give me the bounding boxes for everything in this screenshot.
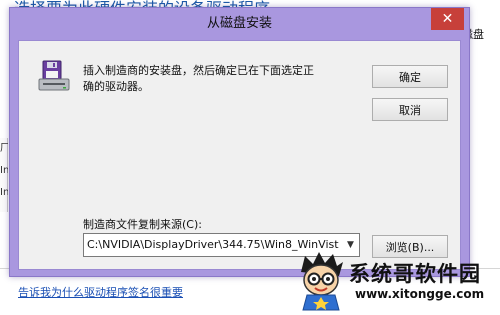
close-button[interactable]: ✕ <box>431 8 464 30</box>
source-path-label: 制造商文件复制来源(C): <box>83 218 202 231</box>
watermark-url: www.xitongge.com <box>355 287 485 301</box>
driver-signing-link[interactable]: 告诉我为什么驱动程序签名很重要 <box>18 284 183 300</box>
list-header: 厂 <box>0 143 8 154</box>
instruction-text: 插入制造商的安装盘，然后确定已在下面选定正确的驱动器。 <box>83 64 314 93</box>
cancel-button[interactable]: 取消 <box>372 98 448 121</box>
close-icon: ✕ <box>441 11 454 27</box>
mascot-logo <box>301 252 343 311</box>
floppy-disk-drive-icon <box>38 60 70 91</box>
screen: 选择要为此硬件安装的设备驱动程序 磁盘 厂 In In 告诉我为什么驱动程序签名… <box>0 0 500 315</box>
list-item[interactable]: In <box>0 160 8 182</box>
ok-button[interactable]: 确定 <box>372 65 448 88</box>
site-watermark: 系统哥软件园 www.xitongge.com <box>295 250 500 315</box>
watermark-site-name: 系统哥软件园 <box>349 262 481 286</box>
manufacturer-list: 厂 In In <box>0 138 8 212</box>
install-from-disk-dialog: 从磁盘安装 ✕ 插入制造商的安装盘，然后确定已在下面选定正确的驱动器。 确定 取… <box>9 7 470 277</box>
dialog-body: 插入制造商的安装盘，然后确定已在下面选定正确的驱动器。 确定 取消 制造商文件复… <box>18 40 461 270</box>
list-item[interactable]: In <box>0 182 8 204</box>
dialog-title: 从磁盘安装 <box>206 16 272 31</box>
